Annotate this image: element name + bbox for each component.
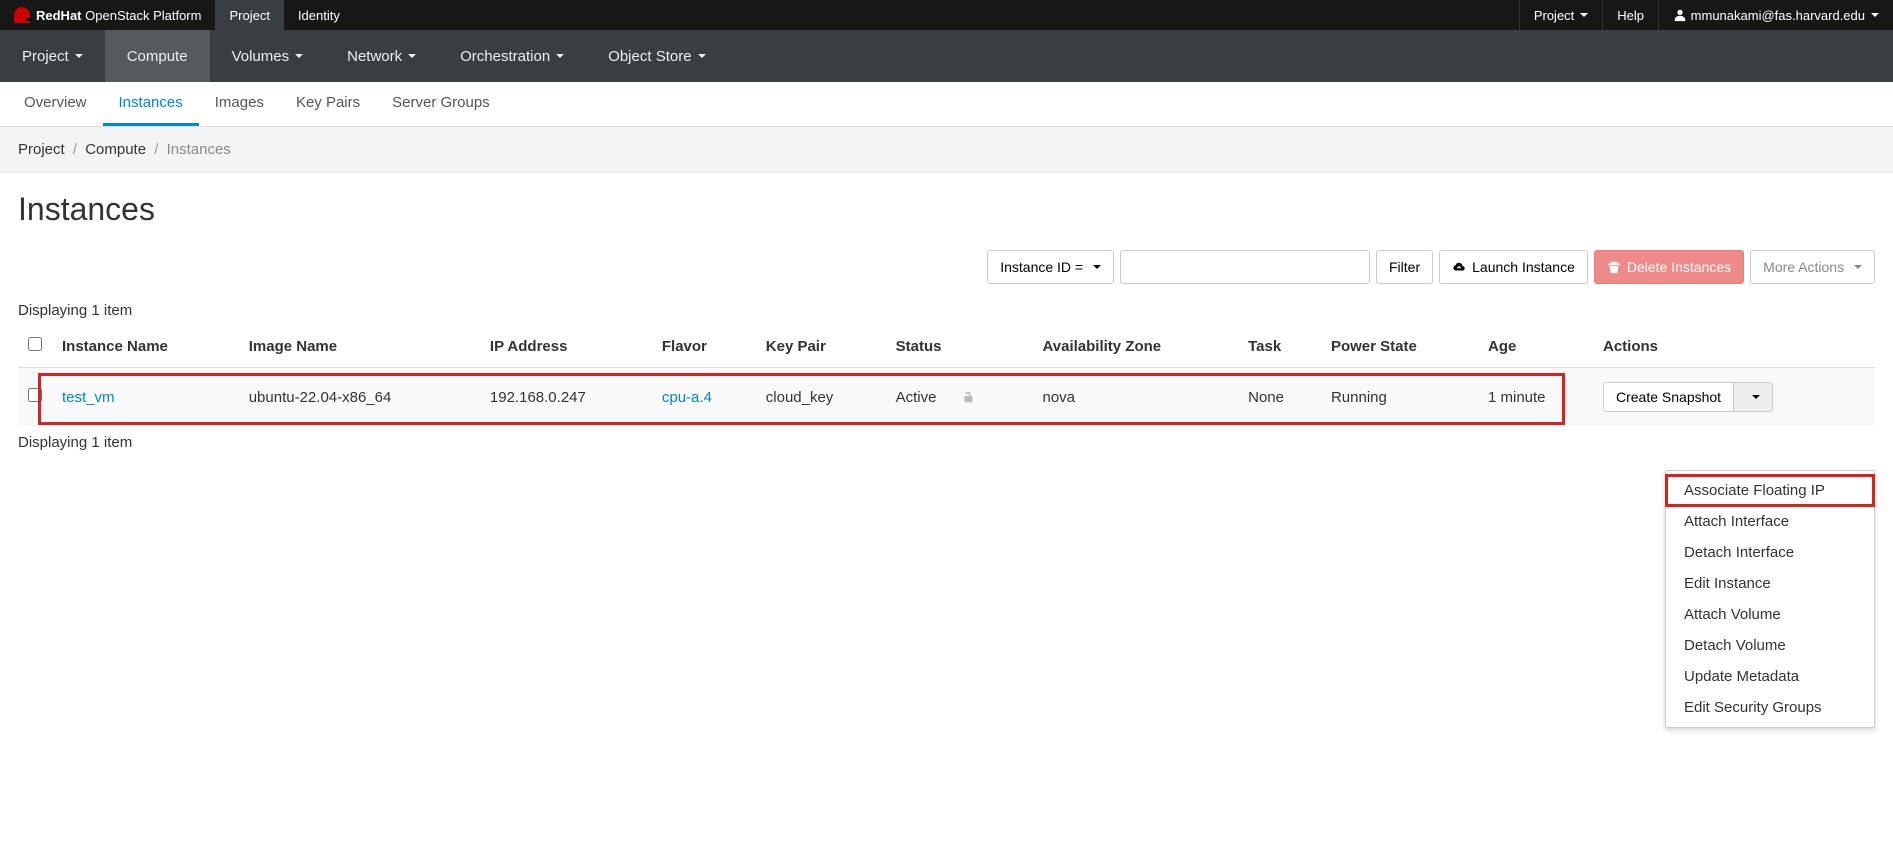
col-status[interactable]: Status: [886, 325, 1033, 368]
dropdown-edit-instance[interactable]: Edit Instance: [1666, 568, 1874, 599]
topnav-right: Project Help mmunakami@fas.harvard.edu: [1519, 0, 1893, 30]
instances-table: Instance Name Image Name IP Address Flav…: [18, 325, 1875, 426]
unlock-icon: [961, 389, 975, 406]
delete-instances-button[interactable]: Delete Instances: [1594, 250, 1744, 284]
chevron-down-icon: [1871, 13, 1879, 17]
topnav-tab-project[interactable]: Project: [215, 0, 283, 30]
col-availability-zone[interactable]: Availability Zone: [1032, 325, 1238, 368]
launch-instance-button[interactable]: Launch Instance: [1439, 250, 1588, 284]
brand-bold: RedHat: [36, 8, 82, 23]
chevron-down-icon: [1854, 265, 1862, 269]
breadcrumb: Project / Compute / Instances: [18, 141, 1875, 158]
col-flavor[interactable]: Flavor: [652, 325, 756, 368]
chevron-down-icon: [295, 54, 303, 58]
cell-power-state: Running: [1321, 368, 1478, 427]
subnav-server-groups[interactable]: Server Groups: [376, 82, 506, 126]
subnav-key-pairs[interactable]: Key Pairs: [280, 82, 376, 126]
chevron-down-icon: [698, 54, 706, 58]
cloud-upload-icon: [1452, 260, 1466, 274]
table-header-row: Instance Name Image Name IP Address Flav…: [18, 325, 1875, 368]
subnav-instances[interactable]: Instances: [103, 82, 199, 126]
greynav-compute[interactable]: Compute: [105, 30, 210, 82]
dropdown-attach-volume[interactable]: Attach Volume: [1666, 599, 1874, 630]
col-actions: Actions: [1593, 325, 1875, 368]
cell-key-pair: cloud_key: [756, 368, 886, 427]
chevron-down-icon: [1580, 13, 1588, 17]
brand-logo[interactable]: RedHat OpenStack Platform: [0, 0, 215, 30]
cell-actions: Create Snapshot: [1593, 368, 1875, 427]
dropdown-attach-interface[interactable]: Attach Interface: [1666, 506, 1874, 537]
display-count-bottom: Displaying 1 item: [18, 434, 1875, 451]
crumb-compute[interactable]: Compute: [85, 141, 146, 158]
redhat-icon: [14, 7, 30, 23]
user-icon: [1673, 8, 1687, 22]
more-actions-button[interactable]: More Actions: [1750, 250, 1875, 284]
greynav-network[interactable]: Network: [325, 30, 438, 82]
col-age[interactable]: Age: [1478, 325, 1593, 368]
filter-input[interactable]: [1120, 250, 1370, 284]
chevron-down-icon: [1093, 265, 1101, 269]
greynav-project[interactable]: Project: [0, 30, 105, 82]
topnav-tabs: Project Identity: [215, 0, 353, 30]
breadcrumb-band: Project / Compute / Instances: [0, 127, 1893, 173]
dropdown-edit-security-groups[interactable]: Edit Security Groups: [1666, 692, 1874, 723]
chevron-down-icon: [408, 54, 416, 58]
brand-light: OpenStack Platform: [85, 8, 201, 23]
row-action-dropdown: Associate Floating IP Attach Interface D…: [1665, 470, 1875, 728]
col-ip-address[interactable]: IP Address: [480, 325, 652, 368]
dropdown-detach-interface[interactable]: Detach Interface: [1666, 537, 1874, 568]
greynav-object-store[interactable]: Object Store: [586, 30, 727, 82]
select-all-checkbox[interactable]: [28, 337, 42, 351]
topnav-project-dropdown[interactable]: Project: [1519, 0, 1602, 30]
cell-status: Active: [886, 368, 1033, 427]
filter-field-dropdown[interactable]: Instance ID =: [987, 250, 1114, 284]
display-count-top: Displaying 1 item: [18, 302, 1875, 319]
greynav-volumes[interactable]: Volumes: [210, 30, 326, 82]
dropdown-associate-floating-ip[interactable]: Associate Floating IP: [1666, 475, 1874, 506]
filter-button[interactable]: Filter: [1376, 250, 1433, 284]
col-image-name[interactable]: Image Name: [239, 325, 480, 368]
row-action-group: Create Snapshot: [1603, 382, 1773, 412]
cell-ip-address: 192.168.0.247: [480, 368, 652, 427]
greynav-orchestration[interactable]: Orchestration: [438, 30, 586, 82]
flavor-link[interactable]: cpu-a.4: [662, 389, 712, 406]
trash-icon: [1607, 260, 1621, 274]
create-snapshot-button[interactable]: Create Snapshot: [1603, 382, 1734, 412]
cell-availability-zone: nova: [1032, 368, 1238, 427]
cell-age: 1 minute: [1478, 368, 1593, 427]
cell-task: None: [1238, 368, 1321, 427]
navbar-top: RedHat OpenStack Platform Project Identi…: [0, 0, 1893, 30]
col-instance-name[interactable]: Instance Name: [52, 325, 239, 368]
topnav-tab-identity[interactable]: Identity: [284, 0, 354, 30]
crumb-instances: Instances: [167, 141, 231, 158]
dropdown-update-metadata[interactable]: Update Metadata: [1666, 661, 1874, 692]
subnav-images[interactable]: Images: [199, 82, 280, 126]
col-key-pair[interactable]: Key Pair: [756, 325, 886, 368]
crumb-project[interactable]: Project: [18, 141, 65, 158]
navbar-grey: Project Compute Volumes Network Orchestr…: [0, 30, 1893, 82]
chevron-down-icon: [556, 54, 564, 58]
page-title: Instances: [0, 173, 1893, 250]
subnav: Overview Instances Images Key Pairs Serv…: [0, 82, 1893, 127]
dropdown-detach-volume[interactable]: Detach Volume: [1666, 630, 1874, 661]
subnav-overview[interactable]: Overview: [8, 82, 103, 126]
topnav-user-menu[interactable]: mmunakami@fas.harvard.edu: [1658, 0, 1893, 30]
col-power-state[interactable]: Power State: [1321, 325, 1478, 368]
instance-name-link[interactable]: test_vm: [62, 389, 115, 406]
table-row: test_vm ubuntu-22.04-x86_64 192.168.0.24…: [18, 368, 1875, 427]
row-action-caret-button[interactable]: [1734, 382, 1773, 412]
col-task[interactable]: Task: [1238, 325, 1321, 368]
table-toolbar: Instance ID = Filter Launch Instance Del…: [0, 250, 1893, 294]
chevron-down-icon: [1752, 395, 1760, 399]
cell-image-name: ubuntu-22.04-x86_64: [239, 368, 480, 427]
chevron-down-icon: [75, 54, 83, 58]
row-checkbox[interactable]: [28, 388, 42, 402]
topnav-help[interactable]: Help: [1602, 0, 1658, 30]
